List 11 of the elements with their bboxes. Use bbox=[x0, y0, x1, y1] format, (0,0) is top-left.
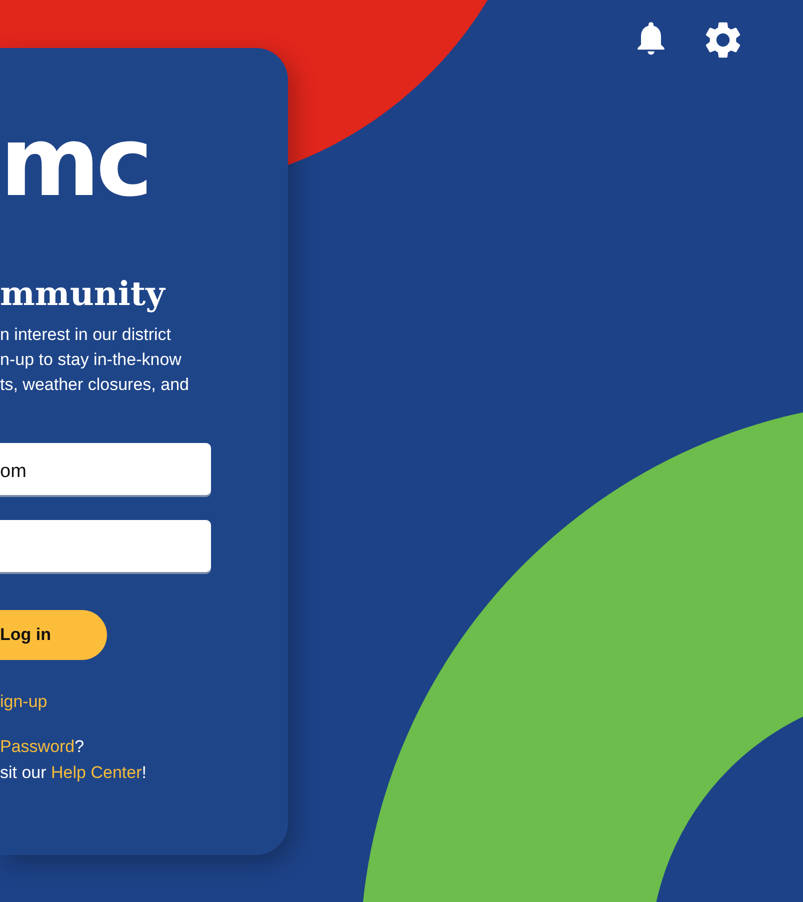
email-field[interactable]: om bbox=[0, 443, 211, 495]
forgot-password-link[interactable]: Password bbox=[0, 737, 75, 756]
heading: mmunity bbox=[0, 274, 165, 314]
help-text: sit our Help Center! bbox=[0, 762, 146, 784]
signup-link[interactable]: ign-up bbox=[0, 692, 48, 712]
login-button[interactable]: Log in bbox=[0, 610, 107, 660]
logo: mc bbox=[0, 120, 149, 204]
password-field[interactable] bbox=[0, 520, 211, 572]
help-center-link[interactable]: Help Center bbox=[51, 763, 142, 782]
intro-text: n interest in our district n-up to stay in-the-know ts, weather closures, and bbox=[0, 324, 189, 396]
forgot-password-text: Password? bbox=[0, 736, 84, 758]
